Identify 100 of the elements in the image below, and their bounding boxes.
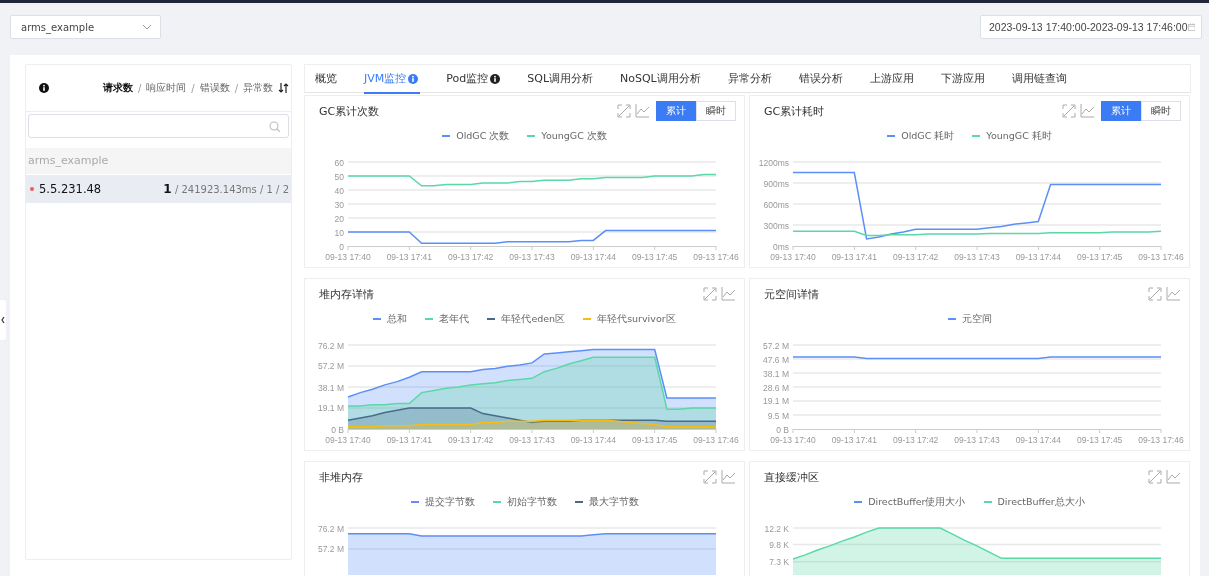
y-tick-label: 50 (334, 171, 344, 182)
expand-icon (617, 104, 631, 118)
y-tick-label: 38.1 M (763, 368, 789, 379)
x-tick-label: 09-13 17:41 (831, 252, 877, 262)
y-tick-label: 0 B (776, 424, 789, 435)
y-tick-label: 76.2 M (318, 340, 344, 351)
y-tick-label: 0 B (331, 424, 344, 435)
x-tick-label: 09-13 17:42 (893, 252, 939, 262)
tab[interactable]: NoSQL调用分析 (620, 65, 714, 94)
tab[interactable]: 调用链查询 (1011, 65, 1080, 94)
chart-title: GC累计耗时 (764, 103, 825, 119)
chevron-down-icon (142, 24, 152, 30)
x-tick-label: 09-13 17:40 (770, 435, 816, 445)
x-tick-label: 09-13 17:41 (386, 252, 432, 262)
y-tick-label: 300ms (763, 220, 789, 231)
legend-label: YoungGC 次数 (541, 129, 607, 143)
x-tick-label: 09-13 17:46 (1138, 252, 1184, 262)
y-tick-label: 57.2 M (318, 361, 344, 372)
x-tick-label: 09-13 17:46 (693, 252, 739, 262)
x-tick-label: 09-13 17:40 (325, 435, 371, 445)
x-tick-label: 09-13 17:43 (954, 435, 1000, 445)
search-field[interactable] (28, 114, 289, 138)
info-icon (39, 83, 49, 93)
legend-label: 提交字节数 (424, 495, 475, 509)
tab[interactable]: 上游应用 (869, 65, 927, 94)
legend-label: OldGC 次数 (456, 129, 510, 143)
tab[interactable]: Pod监控 (446, 65, 514, 94)
legend-label: 最大字节数 (588, 495, 639, 509)
legend-label: 总和 (387, 312, 408, 326)
tab[interactable]: SQL调用分析 (527, 65, 606, 94)
x-tick-label: 09-13 17:41 (386, 435, 432, 445)
expand-icon (1148, 287, 1162, 301)
y-tick-label: 38.1 M (318, 382, 344, 393)
tab[interactable]: 概览 (315, 65, 350, 94)
expand-icon (703, 287, 717, 301)
y-tick-label: 57.2 M (318, 544, 344, 555)
legend-label: DirectBuffer总大小 (997, 495, 1085, 509)
line-chart-icon (721, 470, 736, 484)
line-chart-icon (1080, 104, 1095, 118)
instance-stats: 1 / 241923.143ms / 1 / 2 (163, 182, 289, 196)
calendar-icon (1187, 22, 1195, 32)
y-tick-label: 47.6 M (763, 354, 789, 365)
tab[interactable]: 下游应用 (940, 65, 998, 94)
time-range-field[interactable]: 2023-09-13 17:40:00-2023-09-13 17:46:00 (980, 15, 1202, 39)
y-tick-label: 900ms (763, 178, 789, 189)
mode-button[interactable]: 累计 (656, 101, 696, 121)
collapse-handle[interactable] (0, 300, 6, 340)
x-tick-label: 09-13 17:44 (1015, 435, 1061, 445)
x-tick-label: 09-13 17:45 (1077, 252, 1123, 262)
instance-name: 5.5.231.48 (39, 182, 103, 196)
x-tick-label: 09-13 17:43 (509, 435, 555, 445)
legend-label: 初始字节数 (506, 495, 557, 509)
chart-title: 直接缓冲区 (764, 469, 819, 485)
x-tick-label: 09-13 17:44 (1015, 252, 1061, 262)
mode-button[interactable]: 瞬时 (696, 101, 736, 121)
tab[interactable]: 异常分析 (727, 65, 785, 94)
x-tick-label: 09-13 17:46 (1138, 435, 1184, 445)
x-tick-label: 09-13 17:41 (831, 435, 877, 445)
y-tick-label: 0 (339, 241, 344, 252)
instance-row[interactable]: 5.5.231.48 1 / 241923.143ms / 1 / 2 (26, 175, 291, 203)
separator: / (137, 82, 142, 94)
x-tick-label: 09-13 17:45 (632, 252, 678, 262)
y-tick-label: 19.1 M (318, 403, 344, 414)
line-chart-icon (1166, 470, 1181, 484)
group-header: arms_example (26, 148, 291, 174)
expand-icon (703, 470, 717, 484)
sort-option[interactable]: 错误数 (199, 81, 230, 95)
x-tick-label: 09-13 17:42 (893, 435, 939, 445)
expand-icon (1062, 104, 1076, 118)
tab[interactable]: JVM监控 (364, 65, 421, 94)
search-icon (269, 120, 280, 132)
line-chart-icon (721, 287, 736, 301)
sort-icon (278, 83, 289, 93)
sort-option[interactable]: 请求数 (102, 81, 133, 95)
separator: / (234, 82, 238, 94)
x-tick-label: 09-13 17:42 (448, 435, 494, 445)
y-tick-label: 60 (334, 157, 344, 168)
y-tick-label: 57.2 M (763, 340, 789, 351)
sort-option[interactable]: 响应时间 (146, 81, 187, 95)
legend-label: 年轻代survivor区 (597, 312, 676, 326)
x-tick-label: 09-13 17:45 (1077, 435, 1123, 445)
y-tick-label: 9.5 M (767, 410, 789, 421)
y-tick-label: 40 (334, 185, 344, 196)
mode-button[interactable]: 瞬时 (1141, 101, 1181, 121)
x-tick-label: 09-13 17:45 (632, 435, 678, 445)
separator: / (191, 82, 195, 94)
legend-label: 年轻代eden区 (501, 312, 566, 326)
sort-option[interactable]: 异常数 (243, 81, 273, 95)
expand-icon (1148, 470, 1162, 484)
y-tick-label: 1200ms (758, 157, 789, 168)
app-select[interactable]: arms_example (10, 15, 161, 39)
chart-title: 元空间详情 (764, 286, 819, 302)
y-tick-label: 7.3 K (769, 557, 789, 568)
y-tick-label: 30 (334, 199, 344, 210)
x-tick-label: 09-13 17:46 (693, 435, 739, 445)
mode-button[interactable]: 累计 (1101, 101, 1141, 121)
y-tick-label: 76.2 M (318, 523, 344, 534)
y-tick-label: 600ms (763, 199, 789, 210)
y-tick-label: 28.6 M (763, 382, 789, 393)
tab[interactable]: 错误分析 (798, 65, 856, 94)
